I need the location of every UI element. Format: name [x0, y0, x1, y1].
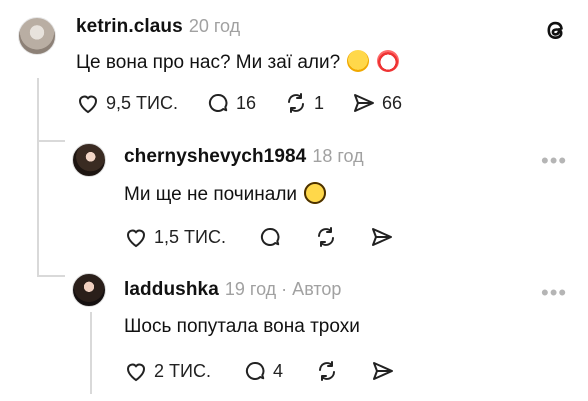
- repost-button[interactable]: 1: [284, 92, 324, 114]
- share-button[interactable]: [371, 360, 395, 382]
- repost-icon: [284, 92, 308, 114]
- repost-icon: [314, 226, 338, 248]
- like-button[interactable]: 1,5 ТИС.: [124, 226, 226, 248]
- comment-text-content: Це вона про нас? Ми заї али?: [76, 52, 341, 73]
- share-button[interactable]: 66: [352, 92, 402, 114]
- comment-text: Шось попутала вона трохи: [124, 316, 360, 337]
- avatar[interactable]: [18, 17, 56, 55]
- username[interactable]: ketrin.claus: [76, 16, 183, 38]
- reply-count: 16: [235, 92, 256, 113]
- share-count: 66: [382, 92, 403, 113]
- more-icon[interactable]: •••: [541, 280, 567, 306]
- like-count: 1,5 ТИС.: [154, 226, 226, 247]
- threads-logo-icon[interactable]: [542, 16, 570, 49]
- like-count: 2 ТИС.: [154, 360, 211, 381]
- avatar[interactable]: [72, 143, 106, 177]
- reply-count: 4: [272, 360, 283, 381]
- comment-header: ketrin.claus 20 год: [76, 16, 240, 38]
- thread-line-reply: [90, 312, 92, 394]
- username[interactable]: laddushka: [124, 279, 219, 301]
- comment-text: Ми ще не починали: [124, 182, 327, 206]
- thread-line-curve-2: [37, 275, 65, 277]
- more-icon[interactable]: •••: [541, 148, 567, 174]
- share-icon: [370, 226, 394, 248]
- rolling-laughing-emoji-icon: [347, 50, 370, 72]
- repost-icon: [315, 360, 339, 382]
- share-icon: [352, 92, 376, 114]
- comment-icon: [258, 226, 282, 248]
- comment-actions: 9,5 ТИС. 16 1 66: [76, 92, 402, 114]
- comment-icon: [243, 360, 267, 382]
- like-button[interactable]: 2 ТИС.: [124, 360, 211, 382]
- thread-line-curve-1: [37, 140, 65, 142]
- heart-icon: [124, 360, 148, 382]
- username[interactable]: chernyshevych1984: [124, 146, 306, 168]
- comment-header: chernyshevych1984 18 год: [124, 146, 364, 168]
- timestamp: 19 год · Автор: [224, 279, 342, 299]
- comment-header: laddushka 19 год · Автор: [124, 279, 341, 301]
- share-button[interactable]: [370, 226, 394, 248]
- avatar[interactable]: [72, 273, 106, 307]
- thread-line-main: [37, 78, 39, 276]
- reply-button[interactable]: 4: [243, 360, 283, 382]
- share-icon: [371, 360, 395, 382]
- comment-text-content: Ми ще не починали: [124, 184, 298, 205]
- comment-icon: [206, 92, 230, 114]
- clown-emoji-icon: [376, 50, 399, 72]
- repost-button[interactable]: [315, 360, 339, 382]
- timestamp: 20 год: [188, 16, 241, 36]
- repost-count: 1: [314, 92, 325, 113]
- heart-icon: [124, 226, 148, 248]
- like-count: 9,5 ТИС.: [106, 92, 178, 113]
- comment-text: Це вона про нас? Ми заї али?: [76, 50, 399, 74]
- heart-icon: [76, 92, 100, 114]
- repost-button[interactable]: [314, 226, 338, 248]
- comment-actions: 1,5 ТИС.: [124, 226, 394, 248]
- comment-actions: 2 ТИС. 4: [124, 360, 395, 382]
- like-button[interactable]: 9,5 ТИС.: [76, 92, 178, 114]
- reply-button[interactable]: [258, 226, 282, 248]
- reply-button[interactable]: 16: [206, 92, 256, 114]
- nerd-face-emoji-icon: [304, 182, 327, 204]
- timestamp: 18 год: [312, 146, 364, 166]
